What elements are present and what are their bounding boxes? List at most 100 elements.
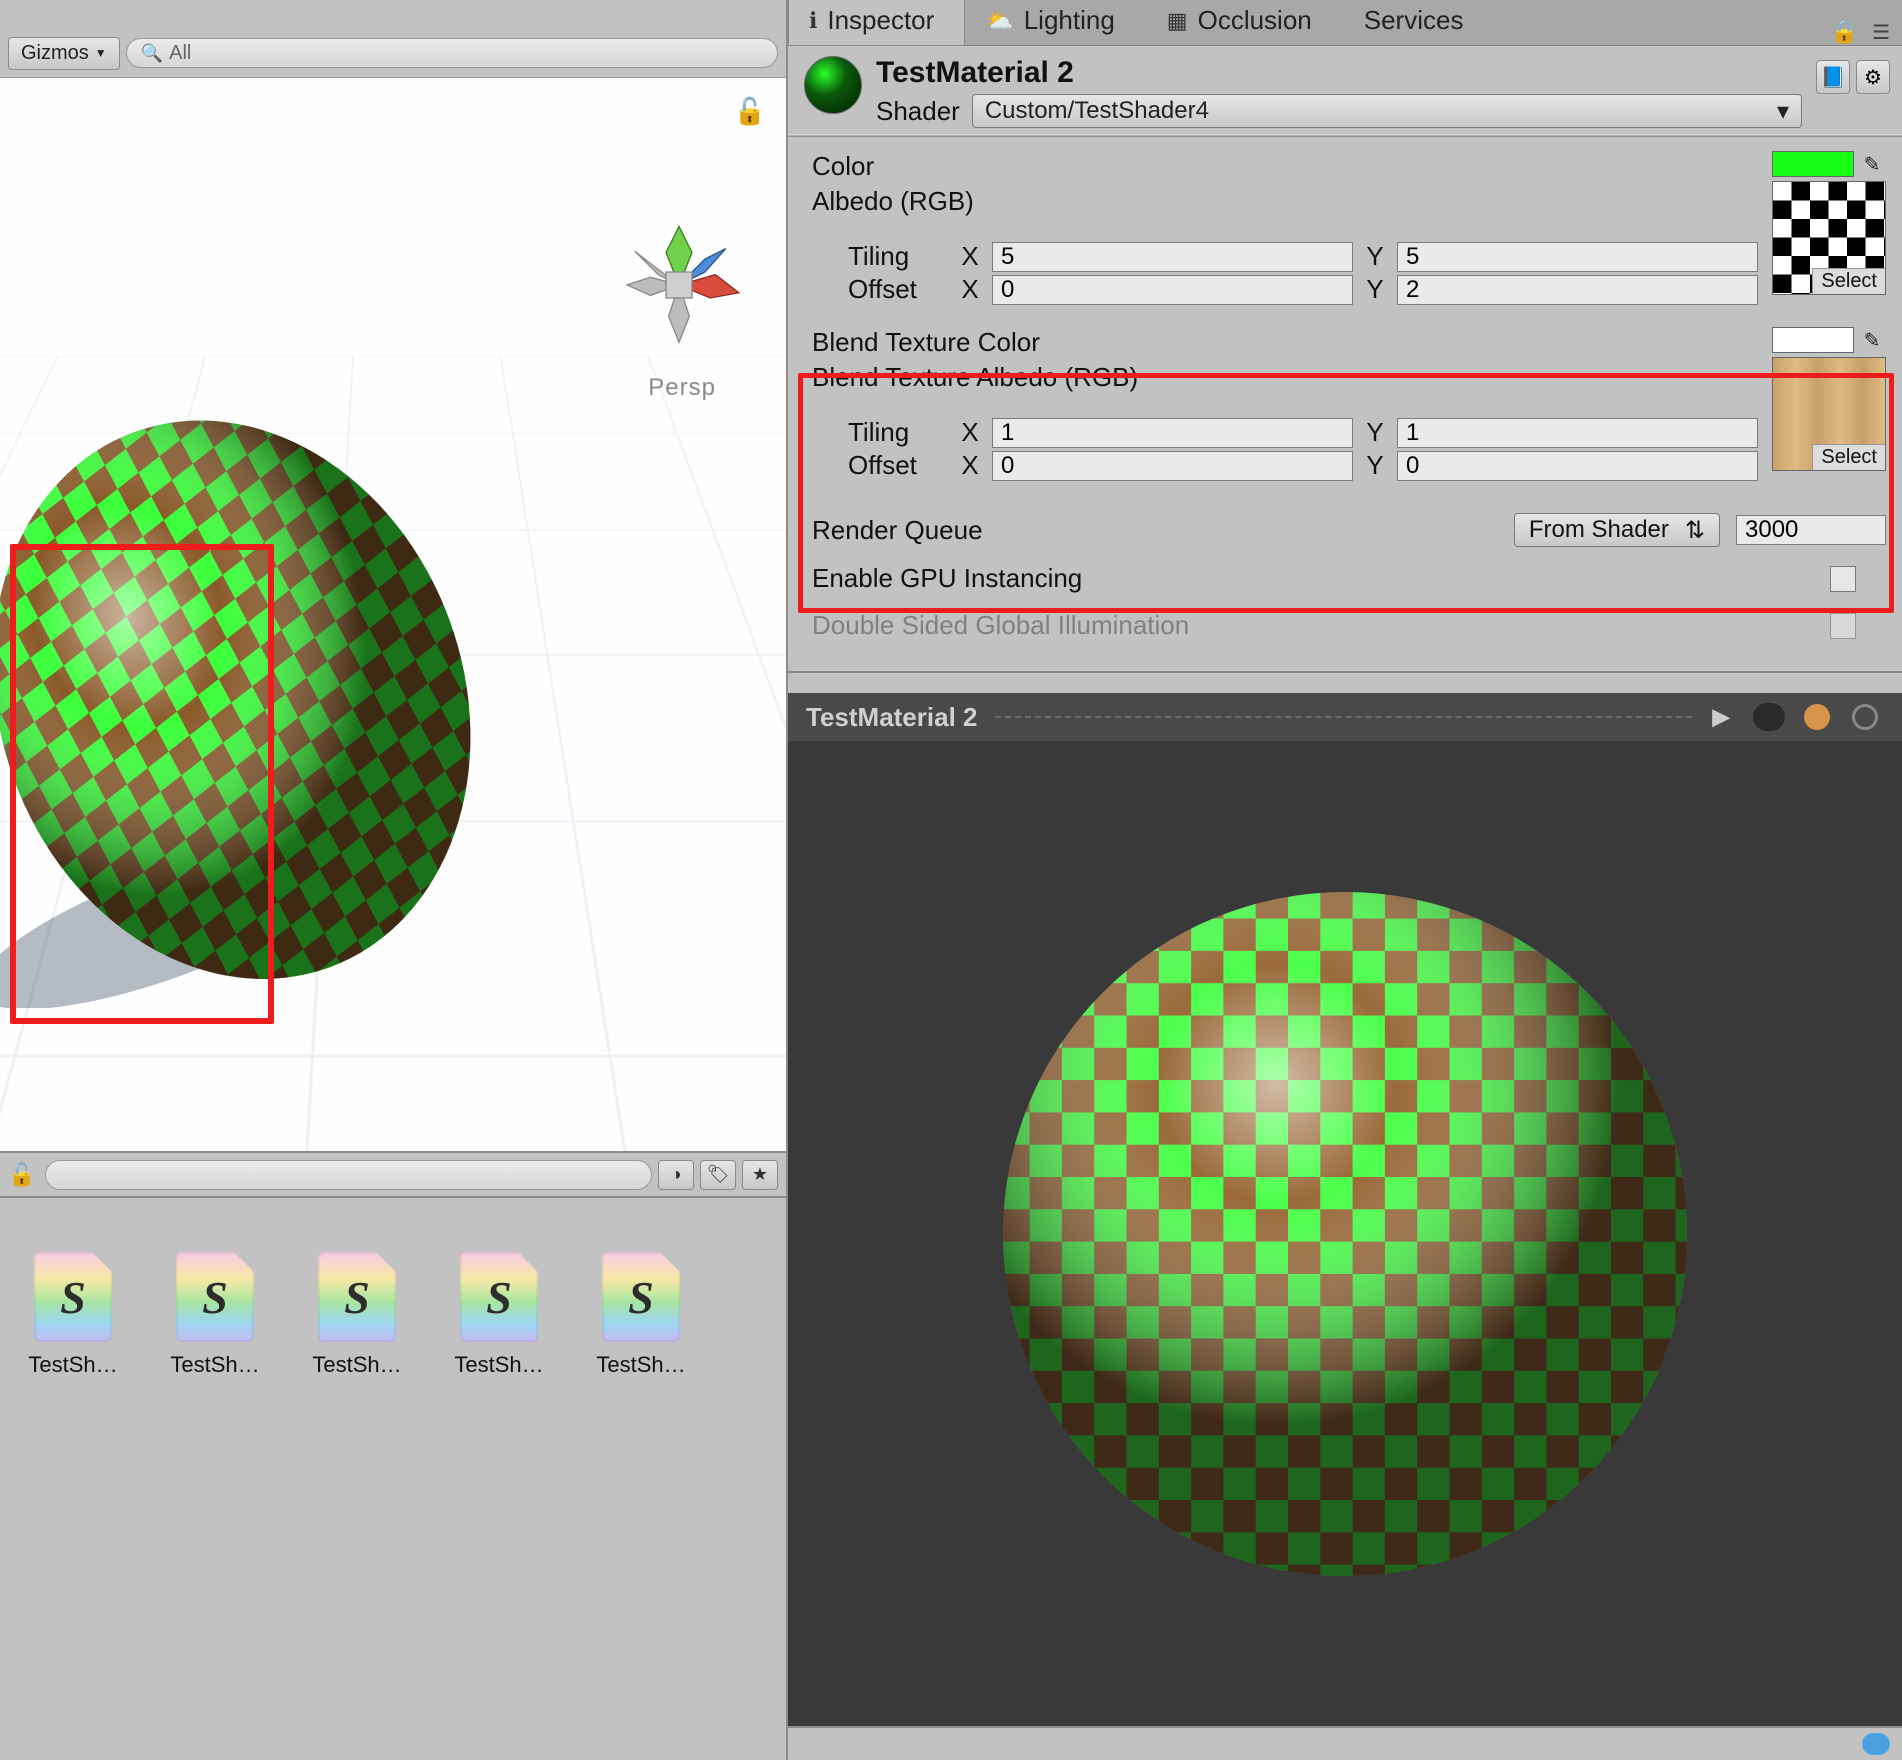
tab-lighting[interactable]: ⛅ Lighting — [965, 0, 1145, 45]
play-icon[interactable]: ▶ — [1702, 701, 1740, 733]
shader-file-icon: S — [176, 1252, 254, 1342]
material-preview-header: TestMaterial 2 ▶ — [788, 693, 1902, 741]
shader-asset[interactable]: S TestSh… — [586, 1252, 696, 1378]
offset-label: Offset — [848, 274, 948, 305]
albedo-label: Albedo (RGB) — [812, 186, 1758, 217]
eyedropper-icon[interactable]: ✎ — [1858, 327, 1886, 353]
offset-label: Offset — [848, 450, 948, 481]
tiling-y-input[interactable] — [1397, 242, 1758, 272]
shader-label: Shader — [876, 96, 960, 127]
material-preview-viewport[interactable] — [788, 741, 1902, 1726]
shader-file-icon: S — [602, 1252, 680, 1342]
reflection-toggle[interactable] — [1846, 701, 1884, 733]
lock-icon[interactable]: 🔒 — [1831, 19, 1858, 45]
tab-occlusion[interactable]: ▦ Occlusion — [1146, 0, 1343, 45]
render-queue-value-input[interactable] — [1736, 515, 1886, 545]
blend-tiling-y-input[interactable] — [1397, 418, 1758, 448]
double-sided-gi-checkbox — [1830, 613, 1856, 639]
gpu-instancing-checkbox[interactable] — [1830, 566, 1856, 592]
x-label: X — [956, 417, 984, 448]
y-label: Y — [1361, 241, 1389, 272]
preview-title: TestMaterial 2 — [806, 702, 977, 733]
shader-file-icon: S — [460, 1252, 538, 1342]
select-texture-button[interactable]: Select — [1812, 444, 1885, 470]
lock-icon[interactable]: 🔓 — [734, 96, 766, 127]
blend-color-swatch[interactable] — [1772, 327, 1854, 353]
panel-separator[interactable] — [788, 671, 1902, 693]
shader-asset[interactable]: S TestSh… — [18, 1252, 128, 1378]
y-label: Y — [1361, 417, 1389, 448]
menu-icon[interactable]: ☰ — [1872, 20, 1890, 45]
render-queue-dropdown[interactable]: From Shader ⇅ — [1514, 513, 1720, 547]
blend-color-label: Blend Texture Color — [812, 327, 1758, 358]
tag-icon[interactable]: 🏷 — [700, 1160, 736, 1190]
lighting-toggle[interactable] — [1798, 701, 1836, 733]
tab-label: Lighting — [1024, 5, 1115, 36]
tab-services[interactable]: Services — [1343, 0, 1495, 45]
material-preview-thumb[interactable] — [804, 56, 862, 114]
project-search-input[interactable] — [45, 1160, 652, 1190]
gizmos-dropdown[interactable]: Gizmos ▼ — [8, 37, 120, 70]
albedo-texture-slot[interactable]: Select — [1772, 181, 1886, 295]
render-queue-label: Render Queue — [812, 515, 1498, 546]
blend-offset-x-input[interactable] — [992, 451, 1353, 481]
asset-label: TestSh… — [170, 1352, 259, 1378]
shader-value: Custom/TestShader4 — [985, 97, 1209, 125]
material-header: TestMaterial 2 Shader Custom/TestShader4… — [788, 46, 1902, 134]
eyedropper-icon[interactable]: ✎ — [1858, 151, 1886, 177]
x-label: X — [956, 274, 984, 305]
double-sided-gi-label: Double Sided Global Illumination — [812, 610, 1814, 641]
orientation-gizmo[interactable] — [614, 220, 744, 350]
star-icon[interactable]: ★ — [742, 1160, 778, 1190]
blend-tiling-x-input[interactable] — [992, 418, 1353, 448]
chevron-down-icon: ▾ — [1777, 97, 1789, 126]
offset-x-input[interactable] — [992, 275, 1353, 305]
perspective-label: Persp — [648, 374, 716, 402]
color-label: Color — [812, 151, 1758, 182]
material-name: TestMaterial 2 — [876, 56, 1802, 90]
filter-icon[interactable]: ◑ — [658, 1160, 694, 1190]
lock-icon[interactable]: 🔓 — [8, 1162, 35, 1188]
asset-label: TestSh… — [596, 1352, 685, 1378]
shader-asset[interactable]: S TestSh… — [302, 1252, 412, 1378]
search-icon: 🔍 — [141, 43, 163, 64]
select-texture-button[interactable]: Select — [1812, 268, 1885, 294]
tab-label: Inspector — [827, 5, 934, 36]
chevron-down-icon: ▼ — [95, 46, 107, 60]
gear-icon[interactable]: ⚙ — [1856, 60, 1890, 94]
shader-dropdown[interactable]: Custom/TestShader4 ▾ — [972, 94, 1802, 128]
tiling-label: Tiling — [848, 417, 948, 448]
color-albedo-section: Color Albedo (RGB) Tiling X Y Offset — [812, 147, 1886, 309]
scene-capsule-object[interactable] — [0, 418, 510, 1008]
asset-label: TestSh… — [312, 1352, 401, 1378]
blend-texture-section: Blend Texture Color Blend Texture Albedo… — [812, 323, 1886, 485]
blend-offset-y-input[interactable] — [1397, 451, 1758, 481]
scene-search-input[interactable]: 🔍 All — [126, 38, 778, 68]
cloud-icon[interactable] — [1862, 1733, 1890, 1755]
info-icon: ℹ — [809, 8, 817, 34]
project-panel: 🔓 ◑ 🏷 ★ S TestSh…S TestSh…S TestSh…S Tes… — [0, 1153, 786, 1760]
scene-toolbar: Gizmos ▼ 🔍 All — [0, 0, 786, 78]
render-queue-mode: From Shader — [1529, 516, 1669, 544]
blend-albedo-label: Blend Texture Albedo (RGB) — [812, 362, 1758, 393]
occlusion-icon: ▦ — [1167, 8, 1188, 34]
x-label: X — [956, 241, 984, 272]
tab-inspector[interactable]: ℹ Inspector — [788, 0, 965, 45]
shader-asset[interactable]: S TestSh… — [444, 1252, 554, 1378]
inspector-tabs: ℹ Inspector ⛅ Lighting ▦ Occlusion Servi… — [788, 0, 1902, 46]
y-label: Y — [1361, 274, 1389, 305]
asset-label: TestSh… — [454, 1352, 543, 1378]
help-button[interactable]: 📘 — [1816, 60, 1850, 94]
scene-viewport[interactable]: 🔓 Persp — [0, 78, 786, 1153]
tab-label: Services — [1364, 5, 1464, 36]
blend-texture-slot[interactable]: Select — [1772, 357, 1886, 471]
preview-shape-toggle[interactable] — [1750, 701, 1788, 733]
tiling-x-input[interactable] — [992, 242, 1353, 272]
gpu-instancing-label: Enable GPU Instancing — [812, 563, 1814, 594]
shader-file-icon: S — [34, 1252, 112, 1342]
gizmos-label: Gizmos — [21, 42, 89, 65]
offset-y-input[interactable] — [1397, 275, 1758, 305]
color-swatch[interactable] — [1772, 151, 1854, 177]
chevron-up-down-icon: ⇅ — [1685, 516, 1705, 545]
shader-asset[interactable]: S TestSh… — [160, 1252, 270, 1378]
